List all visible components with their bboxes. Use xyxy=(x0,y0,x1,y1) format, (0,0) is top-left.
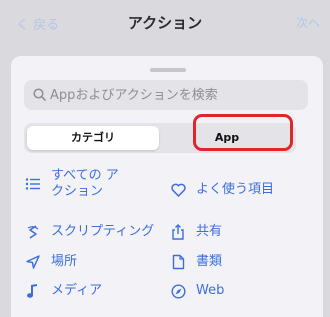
category-label: よく使う項目 xyxy=(196,182,275,197)
category-web[interactable]: Web xyxy=(169,282,224,300)
category-label: すべての アクション xyxy=(51,168,119,199)
scripting-icon xyxy=(24,223,42,241)
segment-category[interactable]: カテゴリ xyxy=(27,126,159,150)
category-share[interactable]: 共有 xyxy=(169,223,222,241)
navigation-bar: く 戻る アクション 次へ xyxy=(0,0,330,56)
share-icon xyxy=(169,223,187,241)
document-icon xyxy=(169,253,187,271)
category-label: 書類 xyxy=(196,254,223,269)
category-label: 共有 xyxy=(196,224,223,239)
list-icon xyxy=(24,175,42,193)
category-documents[interactable]: 書類 xyxy=(169,253,222,271)
sheet-grabber[interactable] xyxy=(150,68,186,72)
location-arrow-icon xyxy=(24,253,42,271)
category-scripting[interactable]: スクリプティング xyxy=(24,223,154,241)
page-title: アクション xyxy=(127,14,203,32)
category-favorites[interactable]: よく使う項目 xyxy=(169,181,274,199)
action-sheet: カテゴリ App すべての アクション スクリプティング xyxy=(11,56,323,317)
heart-icon xyxy=(169,181,187,199)
search-bar[interactable] xyxy=(24,80,308,110)
compass-icon xyxy=(169,282,187,300)
category-all-actions[interactable]: すべての アクション xyxy=(24,168,121,200)
search-icon xyxy=(33,88,46,101)
next-button[interactable]: 次へ xyxy=(296,14,320,31)
category-label: メディア xyxy=(51,283,103,298)
highlight-annotation-box xyxy=(193,114,293,151)
category-label: 場所 xyxy=(51,254,78,269)
search-input[interactable] xyxy=(50,80,300,110)
category-label: スクリプティング xyxy=(51,224,155,239)
category-location[interactable]: 場所 xyxy=(24,253,77,271)
music-note-icon xyxy=(24,282,42,300)
category-label: Web xyxy=(196,283,225,298)
category-media[interactable]: メディア xyxy=(24,282,102,300)
